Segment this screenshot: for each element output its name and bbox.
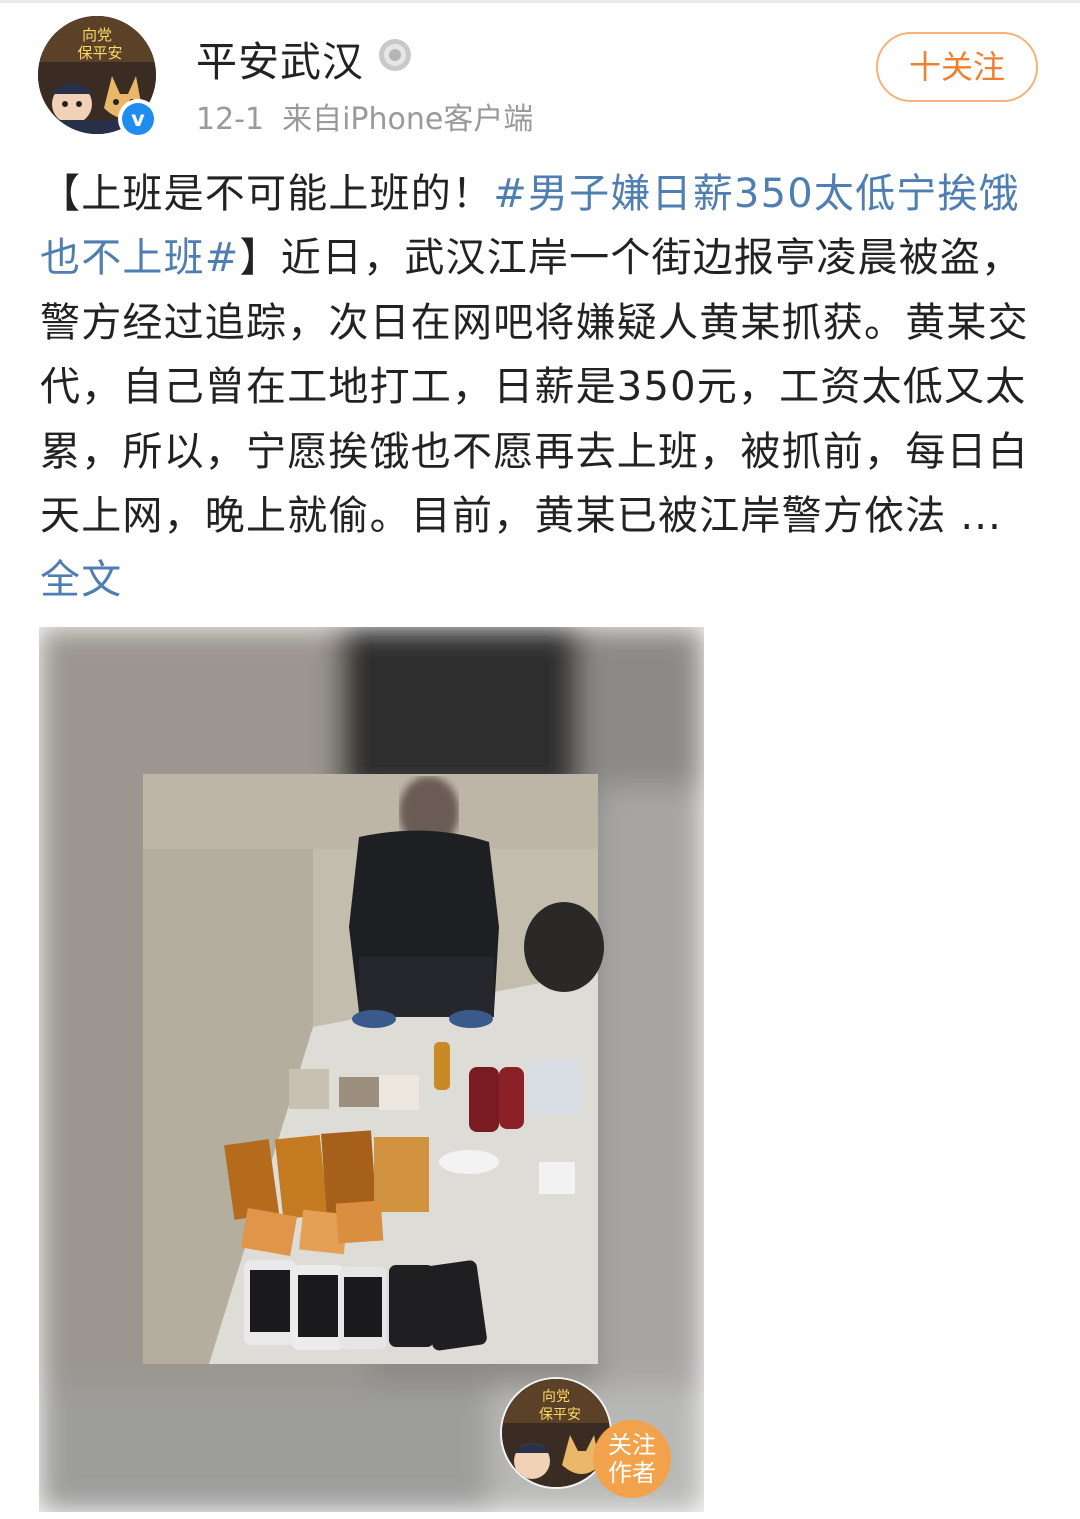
watermark-banner-line1: 向党 (542, 1389, 570, 1405)
follow-author-button[interactable]: 关注 作者 (593, 1420, 671, 1498)
post-date: 12-1 (196, 102, 265, 137)
medal-icon (379, 39, 411, 71)
top-divider (0, 0, 1080, 3)
full-text-link[interactable]: 全文 (40, 557, 122, 603)
follow-author-line2: 作者 (608, 1459, 656, 1487)
post-source-prefix: 来自 (282, 102, 343, 137)
avatar-banner-line1: 向党 (82, 26, 112, 44)
post-text-intro: 【上班是不可能上班的！ (40, 171, 494, 217)
watermark-avatar-illustration: 向党 保平安 (502, 1379, 610, 1487)
post-text: 【上班是不可能上班的！#男子嫌日薪350太低宁挨饿也不上班#】近日，武汉江岸一个… (40, 162, 1040, 613)
post-source-app[interactable]: iPhone客户端 (342, 102, 533, 137)
post-photo (39, 627, 704, 1512)
post-meta: 12-1 来自iPhone客户端 (196, 94, 533, 138)
verified-badge: v (118, 99, 158, 139)
avatar-banner-line2: 保平安 (77, 44, 122, 62)
verified-icon: v (122, 103, 154, 135)
user-name[interactable]: 平安武汉 (196, 28, 364, 88)
post-image[interactable] (39, 627, 704, 1512)
follow-button[interactable]: 十关注 (876, 32, 1038, 102)
watermark-banner-line2: 保平安 (539, 1407, 581, 1423)
follow-author-line1: 关注 (608, 1431, 656, 1459)
